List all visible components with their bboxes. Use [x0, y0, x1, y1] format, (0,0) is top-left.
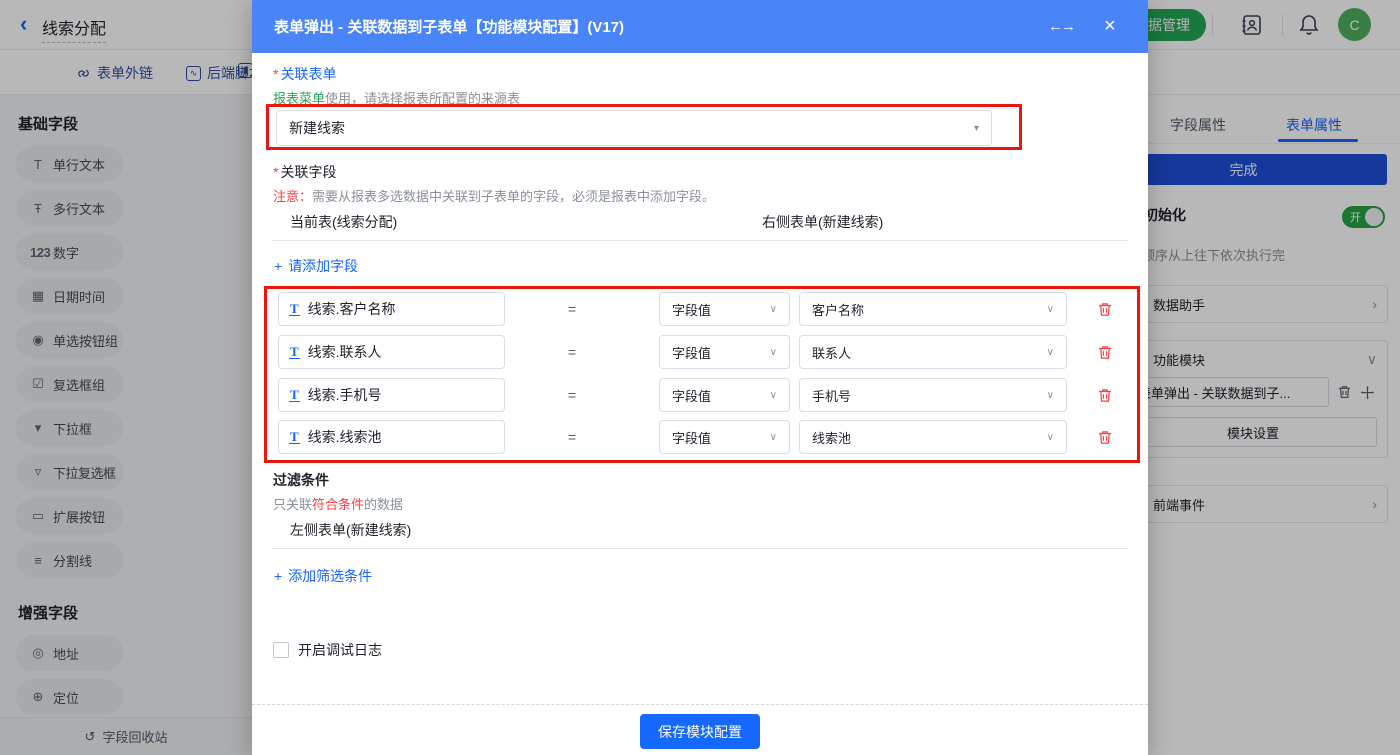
required-mark: *: [273, 164, 278, 180]
field-mapping-row: T 线索.客户名称 = 字段值 ∨ 客户名称 ∨: [252, 292, 1148, 326]
link-fields-section-label: *关联字段: [273, 162, 336, 182]
save-module-config-button[interactable]: 保存模块配置: [640, 714, 760, 749]
text-field-icon: T: [289, 388, 300, 402]
filter-helper-pre: 只关联: [273, 497, 312, 512]
linked-form-selected-value: 新建线索: [289, 118, 345, 138]
value-type-value: 字段值: [672, 343, 711, 362]
link-form-label-text: 关联表单: [280, 66, 336, 82]
right-field-select[interactable]: 手机号 ∨: [799, 378, 1067, 412]
link-fields-note: 注意：需要从报表多选数据中关联到子表单的字段，必须是报表中添加字段。: [273, 186, 715, 205]
modal-header: 表单弹出 - 关联数据到子表单【功能模块配置】(V17) ←→ ×: [252, 0, 1148, 53]
select-caret-icon: ∨: [1047, 347, 1054, 358]
caret-down-icon: ▾: [974, 123, 979, 134]
select-caret-icon: ∨: [770, 390, 777, 401]
close-icon[interactable]: ×: [1104, 0, 1116, 53]
right-field-select[interactable]: 线索池 ∨: [799, 420, 1067, 454]
plus-icon: +: [274, 568, 282, 584]
module-config-modal: 表单弹出 - 关联数据到子表单【功能模块配置】(V17) ←→ × *关联表单 …: [252, 0, 1148, 755]
left-field-input[interactable]: T 线索.线索池: [278, 420, 505, 454]
link-fields-label-text: 关联字段: [280, 164, 336, 180]
value-type-select[interactable]: 字段值 ∨: [659, 378, 790, 412]
plus-icon: +: [274, 258, 282, 274]
field-mapping-row: T 线索.线索池 = 字段值 ∨ 线索池 ∨: [252, 420, 1148, 454]
value-type-value: 字段值: [672, 300, 711, 319]
select-caret-icon: ∨: [770, 347, 777, 358]
link-form-helper: 报表菜单使用，请选择报表所配置的来源表: [273, 88, 520, 107]
equals-operator: =: [568, 344, 576, 360]
left-field-value: 线索.线索池: [308, 427, 382, 447]
left-field-value: 线索.客户名称: [308, 299, 396, 319]
screen: ‹ 线索分配 数据管理 C 表单外链 ∿ 后端脚本 ▮ 预览 保存 基础字段: [0, 0, 1400, 755]
debug-log-label: 开启调试日志: [298, 640, 382, 660]
select-caret-icon: ∨: [770, 432, 777, 443]
value-type-value: 字段值: [672, 428, 711, 447]
select-caret-icon: ∨: [770, 304, 777, 315]
left-field-value: 线索.手机号: [308, 385, 382, 405]
linked-form-select[interactable]: 新建线索 ▾: [276, 110, 992, 146]
filter-helper: 只关联符合条件的数据: [273, 494, 403, 513]
add-filter-link[interactable]: + 添加筛选条件: [274, 566, 372, 586]
note-label: 注意：: [273, 189, 312, 204]
equals-operator: =: [568, 301, 576, 317]
text-field-icon: T: [289, 430, 300, 444]
divider: [272, 240, 1128, 241]
column-header-right: 右侧表单(新建线索): [762, 212, 883, 232]
save-module-config-label: 保存模块配置: [658, 722, 742, 742]
field-mapping-row: T 线索.联系人 = 字段值 ∨ 联系人 ∨: [252, 335, 1148, 369]
left-field-value: 线索.联系人: [308, 342, 382, 362]
divider: [272, 548, 1128, 549]
required-mark: *: [273, 66, 278, 82]
modal-title: 表单弹出 - 关联数据到子表单【功能模块配置】(V17): [274, 16, 624, 37]
value-type-select[interactable]: 字段值 ∨: [659, 420, 790, 454]
field-mapping-row: T 线索.手机号 = 字段值 ∨ 手机号 ∨: [252, 378, 1148, 412]
filter-helper-red: 符合条件: [312, 497, 364, 512]
select-caret-icon: ∨: [1047, 432, 1054, 443]
equals-operator: =: [568, 387, 576, 403]
value-type-select[interactable]: 字段值 ∨: [659, 335, 790, 369]
delete-row-icon[interactable]: [1097, 387, 1113, 404]
delete-row-icon[interactable]: [1097, 344, 1113, 361]
delete-row-icon[interactable]: [1097, 301, 1113, 318]
select-caret-icon: ∨: [1047, 304, 1054, 315]
right-field-value: 线索池: [812, 428, 851, 447]
debug-log-option: 开启调试日志: [273, 640, 382, 660]
filter-section-label: 过滤条件: [273, 470, 329, 490]
expand-icon[interactable]: ←→: [1048, 0, 1074, 53]
add-filter-label: 添加筛选条件: [288, 566, 372, 586]
column-header-left: 当前表(线索分配): [290, 212, 397, 232]
link-form-section-label: *关联表单: [273, 64, 336, 84]
right-field-value: 联系人: [812, 343, 851, 362]
helper-green-text: 报表菜单: [273, 91, 325, 106]
text-field-icon: T: [289, 302, 300, 316]
debug-log-checkbox[interactable]: [273, 642, 289, 658]
modal-footer-divider: [252, 704, 1148, 705]
delete-row-icon[interactable]: [1097, 429, 1113, 446]
value-type-select[interactable]: 字段值 ∨: [659, 292, 790, 326]
text-field-icon: T: [289, 345, 300, 359]
right-field-select[interactable]: 联系人 ∨: [799, 335, 1067, 369]
left-field-input[interactable]: T 线索.客户名称: [278, 292, 505, 326]
filter-helper-post: 的数据: [364, 497, 403, 512]
filter-table-label: 左侧表单(新建线索): [290, 520, 411, 540]
left-field-input[interactable]: T 线索.手机号: [278, 378, 505, 412]
select-caret-icon: ∨: [1047, 390, 1054, 401]
right-field-select[interactable]: 客户名称 ∨: [799, 292, 1067, 326]
right-field-value: 客户名称: [812, 300, 864, 319]
add-field-label: 请添加字段: [288, 256, 358, 276]
right-field-value: 手机号: [812, 386, 851, 405]
add-field-link[interactable]: + 请添加字段: [274, 256, 358, 276]
left-field-input[interactable]: T 线索.联系人: [278, 335, 505, 369]
note-text: 需要从报表多选数据中关联到子表单的字段，必须是报表中添加字段。: [312, 189, 715, 204]
equals-operator: =: [568, 429, 576, 445]
value-type-value: 字段值: [672, 386, 711, 405]
helper-rest-text: 使用，请选择报表所配置的来源表: [325, 91, 520, 106]
